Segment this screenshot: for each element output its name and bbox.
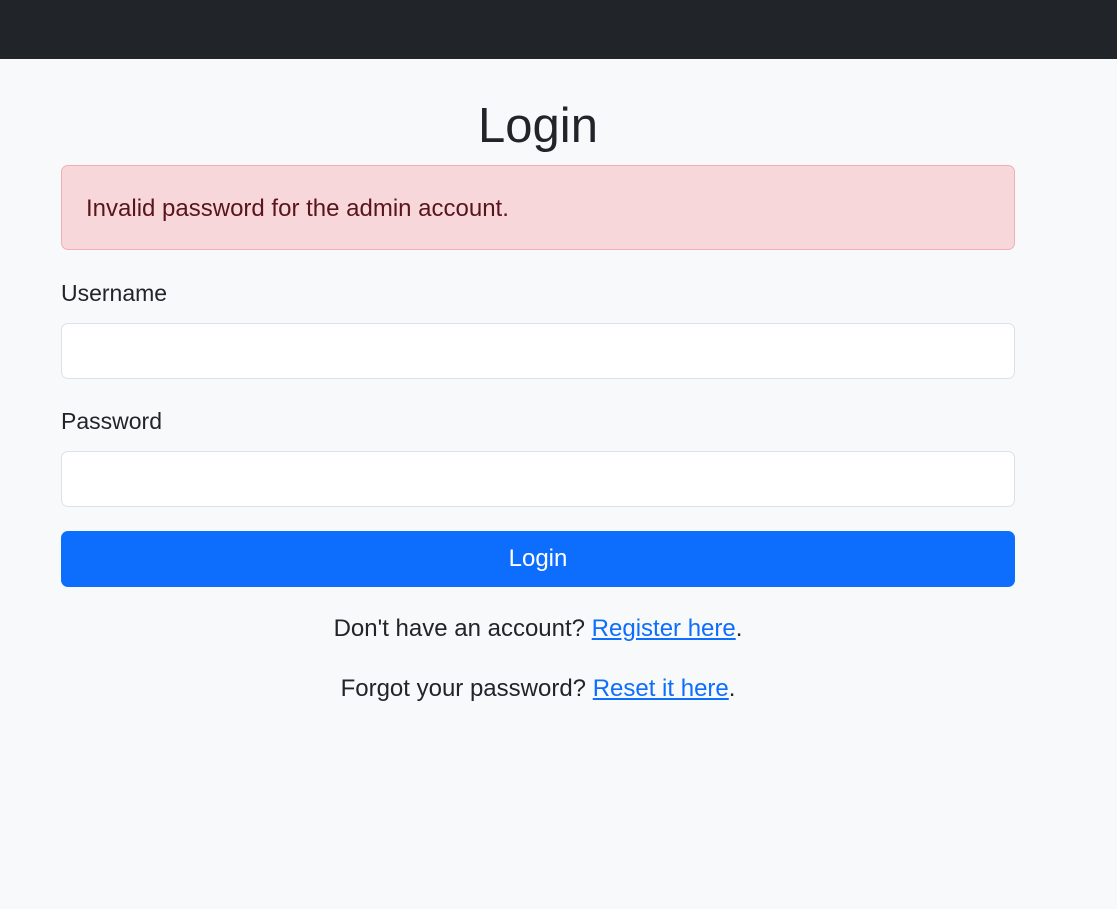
password-input[interactable] [61, 451, 1015, 507]
register-prompt: Don't have an account? [333, 615, 592, 642]
register-line: Don't have an account? Register here. [61, 613, 1015, 645]
reset-password-link[interactable]: Reset it here [593, 675, 729, 702]
register-link[interactable]: Register here [592, 615, 736, 642]
login-button[interactable]: Login [61, 531, 1015, 587]
reset-suffix: . [728, 675, 736, 702]
username-input[interactable] [61, 323, 1015, 379]
error-alert: Invalid password for the admin account. [61, 165, 1015, 250]
top-navbar [0, 0, 1117, 59]
reset-line: Forgot your password? Reset it here. [61, 673, 1015, 705]
error-alert-message: Invalid password for the admin account. [86, 195, 509, 222]
password-label: Password [61, 408, 162, 434]
reset-prompt: Forgot your password? [340, 675, 593, 702]
page-title: Login [478, 99, 598, 153]
username-label: Username [61, 280, 168, 306]
register-suffix: . [735, 615, 743, 642]
